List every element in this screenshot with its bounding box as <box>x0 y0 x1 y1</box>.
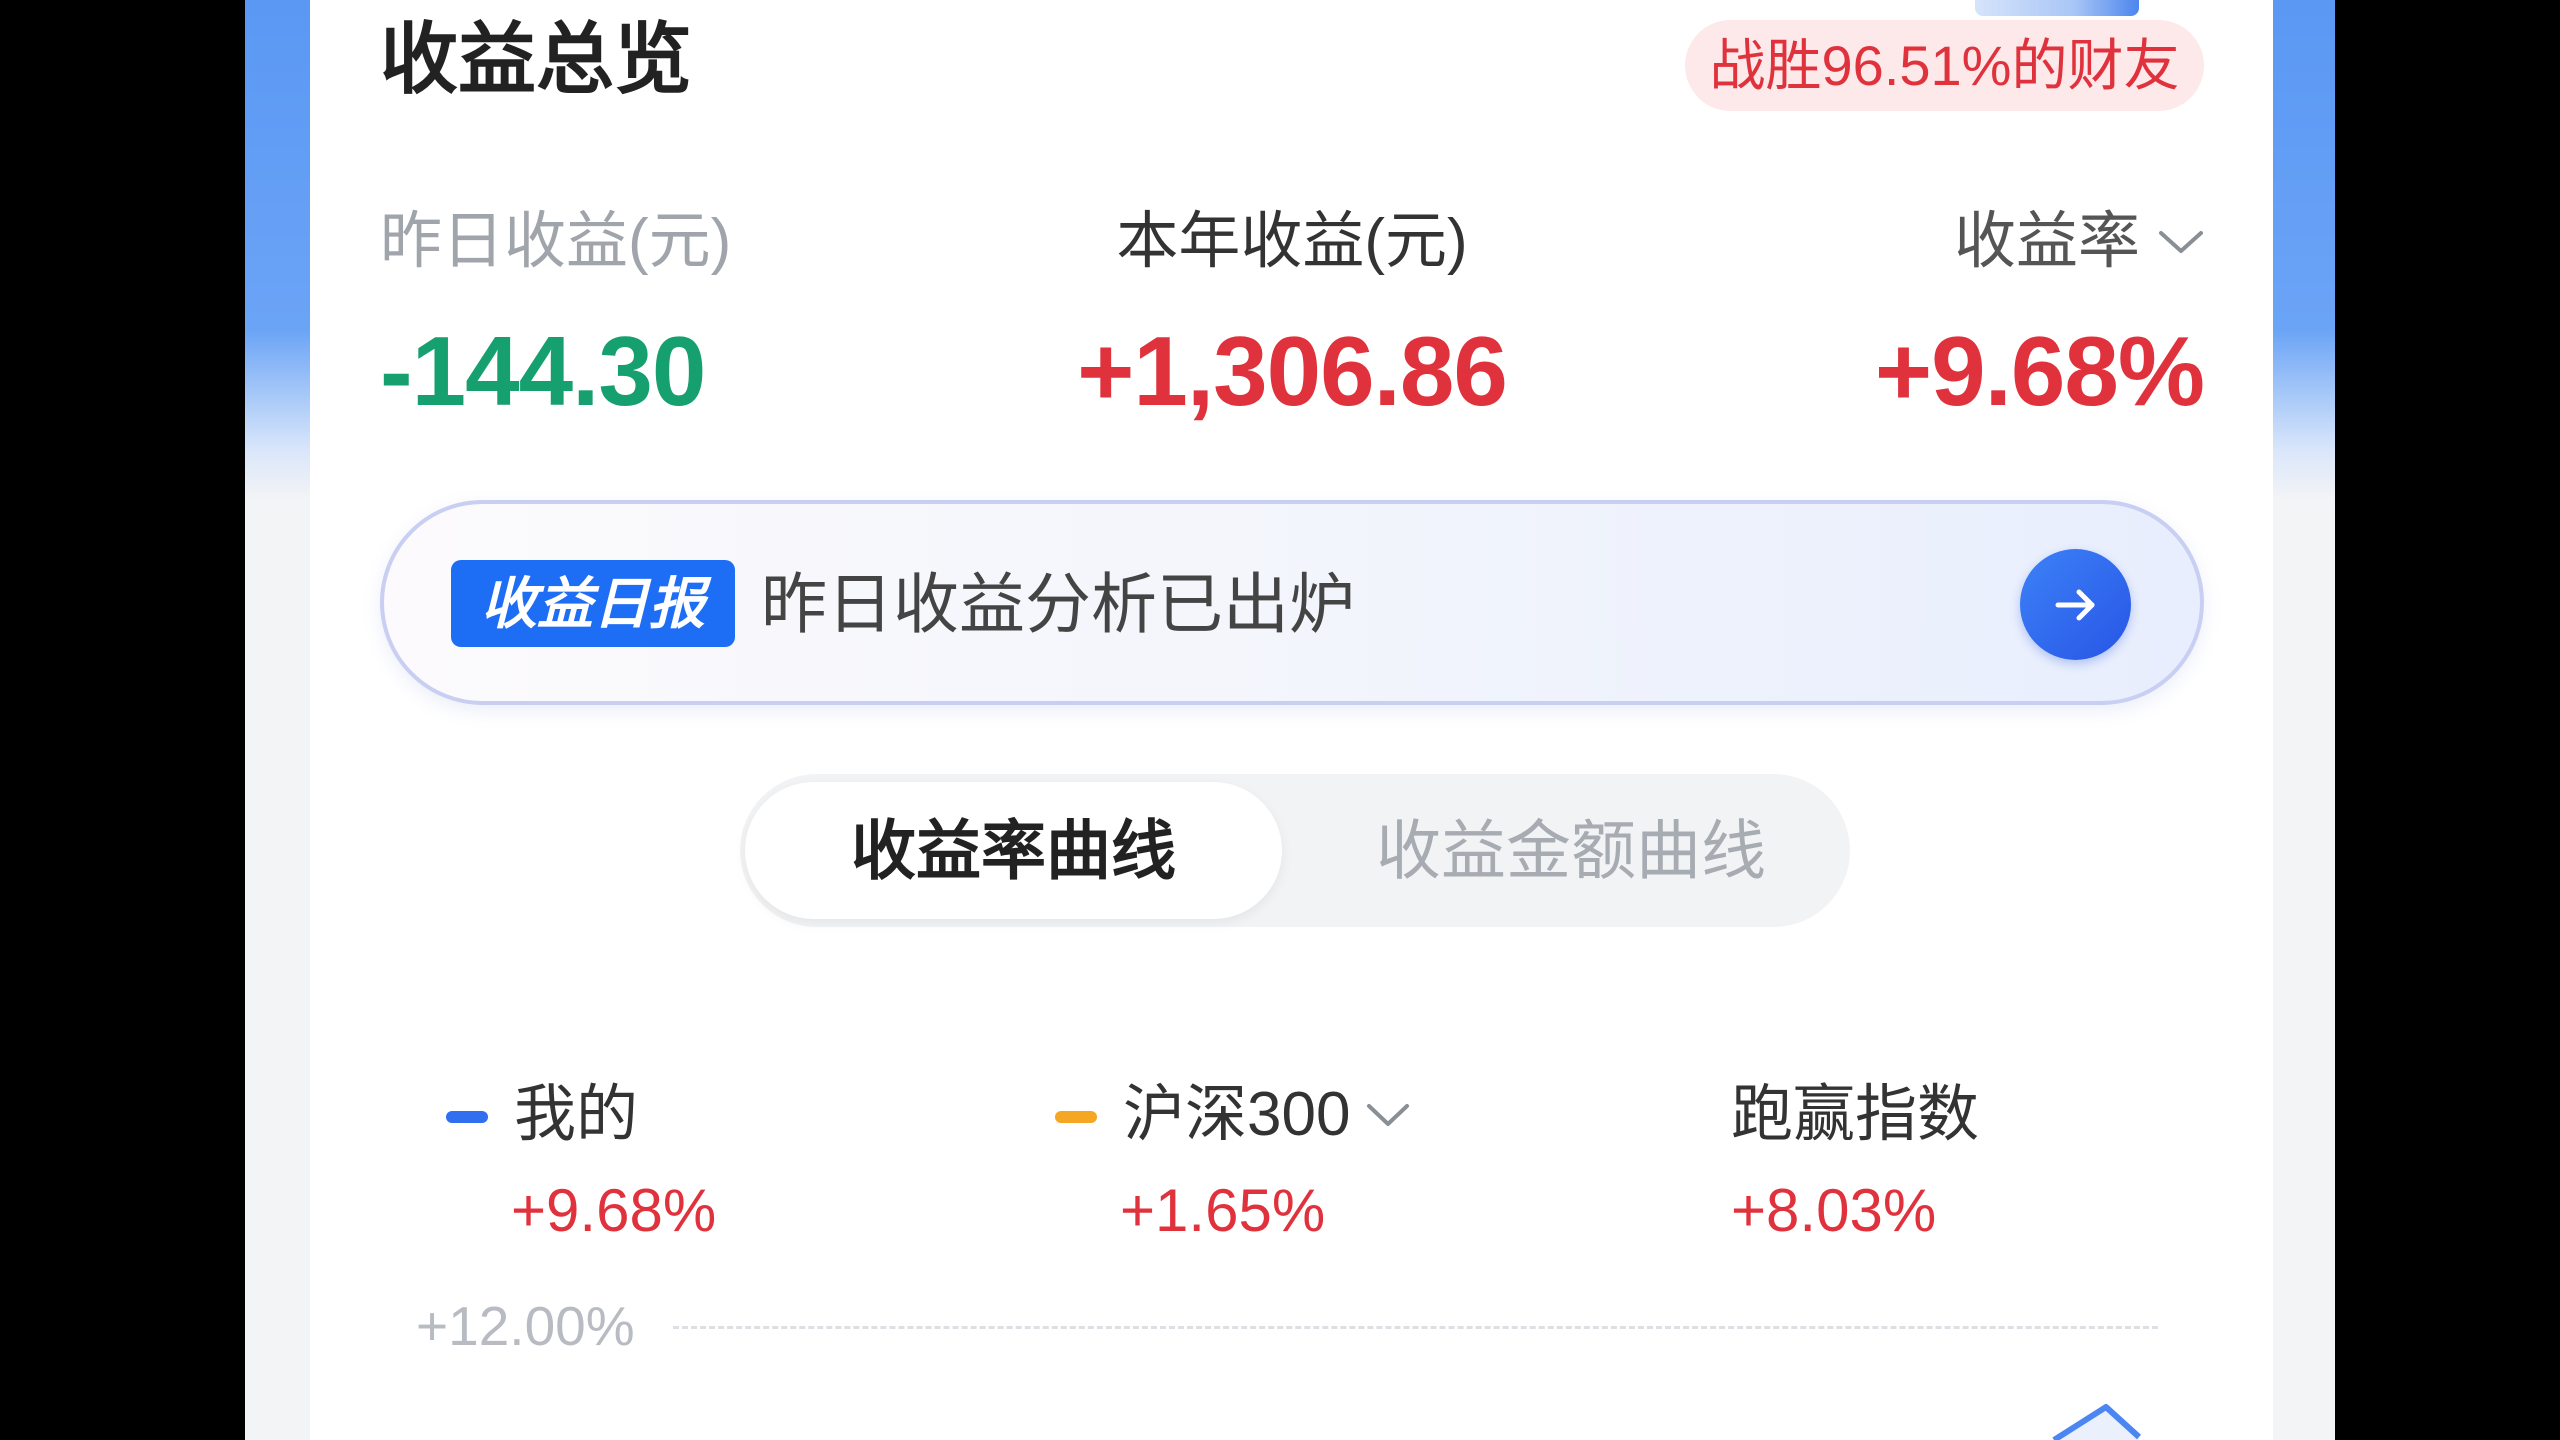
legend-benchmark-text: 沪深300 <box>1123 1080 1351 1149</box>
legend-mine-label: 我的 <box>514 1084 638 1146</box>
year-earnings-value: +1,306.86 <box>1077 316 1508 426</box>
page-title: 收益总览 <box>380 15 693 103</box>
chevron-down-icon <box>2159 231 2203 253</box>
year-earnings-label: 本年收益(元) <box>1116 207 1468 276</box>
illustration-fragment <box>1975 0 2139 16</box>
legend-benchmark-value: +1.65% <box>1120 1177 1326 1244</box>
daily-report-arrow-button[interactable] <box>2020 549 2131 660</box>
return-rate-value: +9.68% <box>1874 316 2205 426</box>
yesterday-earnings-label: 昨日收益(元) <box>380 207 732 276</box>
tab-return-amount-curve[interactable]: 收益金额曲线 <box>1300 782 1842 919</box>
rank-badge-text: 战胜96.51%的财友 <box>1709 33 2180 97</box>
legend-mine-value: +9.68% <box>511 1177 717 1244</box>
return-rate-selector[interactable]: 收益率 <box>1954 211 2204 273</box>
daily-report-tag: 收益日报 <box>451 560 735 647</box>
legend-mine-swatch <box>446 1111 488 1123</box>
tab-label: 收益金额曲线 <box>1375 814 1766 887</box>
return-curve-fragment <box>2052 1404 2142 1440</box>
yesterday-earnings-value: -144.30 <box>380 316 706 426</box>
legend-benchmark-swatch <box>1055 1111 1097 1123</box>
daily-report-tag-text: 收益日报 <box>481 571 705 635</box>
legend-outperform-text: 跑赢指数 <box>1731 1080 1980 1149</box>
arrow-right-icon <box>2055 589 2094 620</box>
return-rate-label: 收益率 <box>1953 207 2140 276</box>
chart-gridline <box>673 1326 2158 1329</box>
chevron-down-icon <box>1367 1104 1410 1126</box>
rank-badge: 战胜96.51%的财友 <box>1685 20 2204 111</box>
legend-mine-text: 我的 <box>514 1080 639 1149</box>
tab-label: 收益率曲线 <box>850 814 1176 887</box>
legend-outperform-label: 跑赢指数 <box>1731 1084 1979 1146</box>
daily-report-text: 昨日收益分析已出炉 <box>761 567 1355 641</box>
legend-outperform-value: +8.03% <box>1731 1177 1937 1244</box>
tab-return-rate-curve[interactable]: 收益率曲线 <box>745 782 1282 919</box>
benchmark-selector[interactable]: 沪深300 <box>1123 1084 1410 1146</box>
y-axis-tick-label: +12.00% <box>416 1295 635 1357</box>
